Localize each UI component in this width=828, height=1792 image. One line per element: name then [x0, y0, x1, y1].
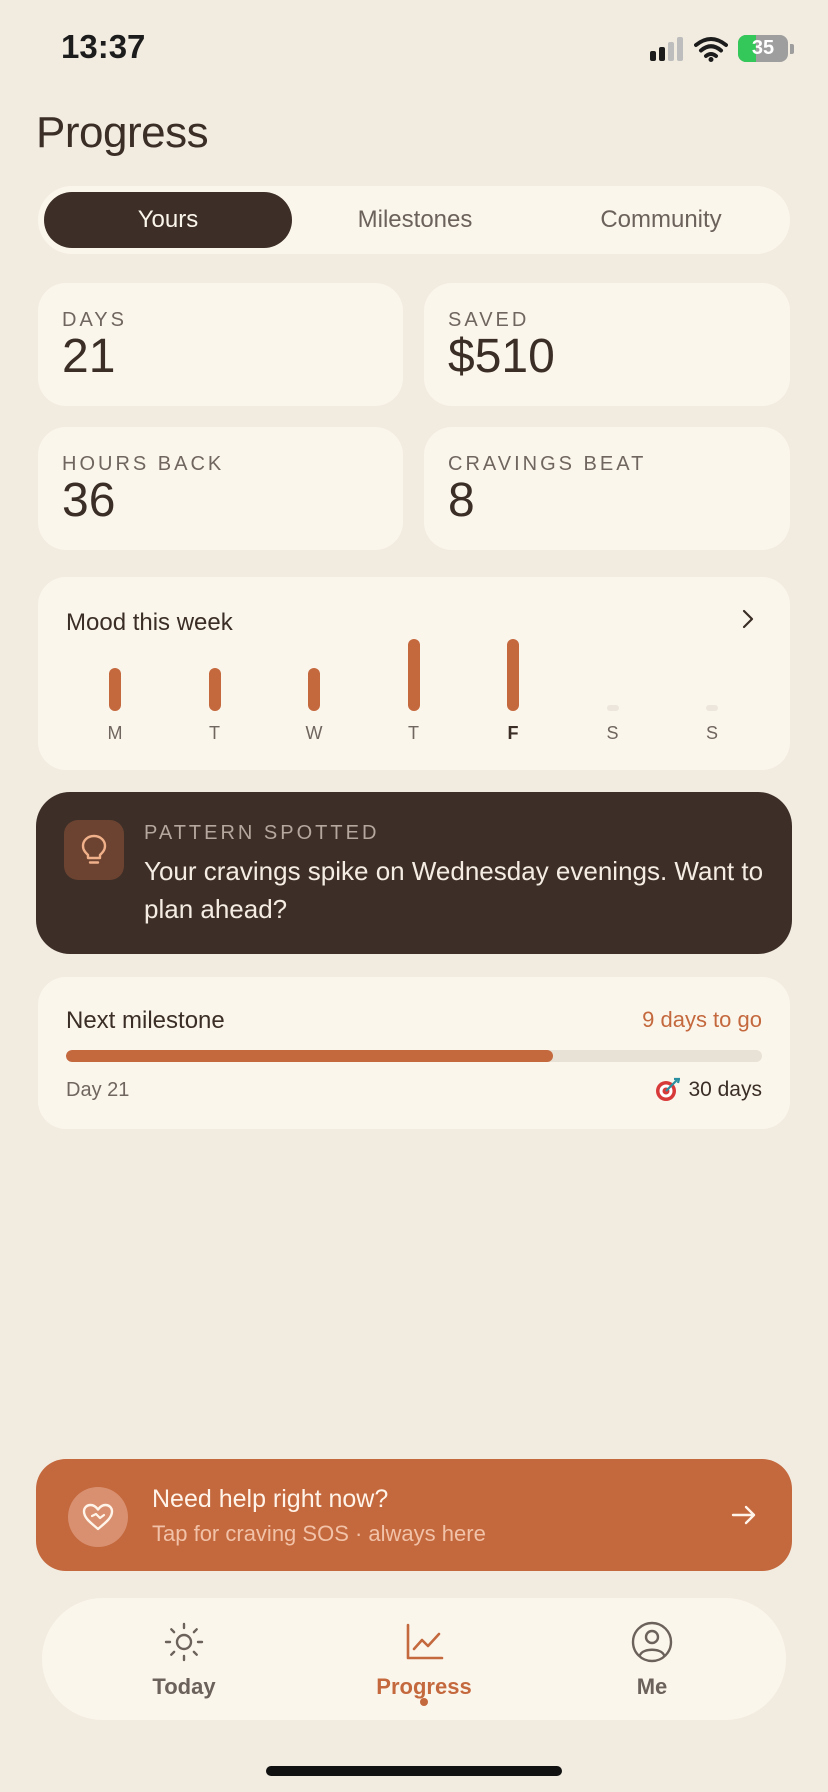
mood-bar — [606, 705, 619, 711]
battery-icon: 35 — [738, 35, 788, 62]
stat-label: HOURS BACK — [62, 453, 225, 475]
milestone-progress-fill — [66, 1050, 554, 1062]
milestone-title: Next milestone — [66, 1007, 225, 1034]
stat-value: 21 — [62, 330, 116, 383]
page-title: Progress — [36, 108, 209, 157]
mood-day-label: S — [606, 723, 619, 743]
profile-icon — [631, 1621, 673, 1663]
mood-day-label: M — [107, 723, 123, 743]
nav-item-today[interactable]: Today — [94, 1598, 274, 1720]
milestone-goal-label: 30 days — [688, 1078, 762, 1101]
bottom-nav: Today Progress Me — [42, 1598, 786, 1720]
arrow-right-icon — [731, 1505, 756, 1525]
stat-card-days: DAYS 21 — [38, 283, 403, 406]
mood-bar — [407, 639, 420, 711]
milestone-card: Next milestone 9 days to go Day 21 30 da… — [38, 977, 790, 1129]
nav-item-progress[interactable]: Progress — [334, 1598, 514, 1720]
wifi-icon — [694, 36, 728, 62]
pattern-label: PATTERN SPOTTED — [144, 822, 380, 844]
mood-day-label: F — [507, 723, 519, 743]
battery-level: 35 — [751, 37, 775, 59]
stat-label: SAVED — [448, 309, 530, 331]
nav-item-me[interactable]: Me — [562, 1598, 742, 1720]
sun-icon — [164, 1622, 204, 1662]
mood-title: Mood this week — [66, 609, 233, 636]
nav-label: Today — [152, 1674, 216, 1699]
signal-icon — [650, 36, 683, 61]
target-icon — [656, 1077, 681, 1101]
lightbulb-icon — [64, 820, 124, 880]
stat-label: CRAVINGS BEAT — [448, 453, 647, 475]
mood-bar — [507, 639, 519, 711]
active-indicator-dot — [420, 1698, 428, 1706]
mood-card[interactable]: Mood this week M T W T F S S — [38, 577, 790, 770]
chart-icon — [406, 1623, 444, 1660]
sos-subtitle: Tap for craving SOS · always here — [152, 1521, 486, 1546]
stat-value: 8 — [448, 474, 475, 527]
status-icons: 35 — [650, 35, 794, 62]
milestone-progress-bar — [66, 1050, 762, 1062]
mood-bar — [208, 668, 221, 711]
nav-label: Progress — [376, 1674, 472, 1699]
milestone-start-label: Day 21 — [66, 1079, 130, 1101]
mood-day-label: T — [209, 723, 220, 743]
milestone-remaining: 9 days to go — [642, 1007, 762, 1032]
status-time: 13:37 — [61, 28, 146, 65]
heart-handshake-icon — [68, 1487, 128, 1547]
sos-title: Need help right now? — [152, 1485, 389, 1513]
stat-value: $510 — [448, 330, 555, 383]
pattern-text: Your cravings spike on Wednesday evening… — [144, 856, 764, 924]
stat-label: DAYS — [62, 309, 127, 331]
stat-card-saved: SAVED $510 — [424, 283, 790, 406]
segmented-tabs: Yours Milestones Community — [38, 186, 790, 254]
craving-sos-button[interactable]: Need help right now? Tap for craving SOS… — [36, 1459, 792, 1571]
tab-yours[interactable]: Yours — [44, 192, 292, 248]
mood-day-label: T — [408, 723, 419, 743]
stat-value: 36 — [62, 474, 116, 527]
pattern-card[interactable]: PATTERN SPOTTED Your cravings spike on W… — [36, 792, 792, 954]
mood-day-label: W — [305, 723, 323, 743]
stat-card-hours-back: HOURS BACK 36 — [38, 427, 403, 550]
mood-bar — [109, 668, 121, 711]
home-indicator — [266, 1766, 562, 1776]
nav-label: Me — [636, 1674, 668, 1699]
milestone-goal: 30 days — [654, 1077, 762, 1103]
mood-day-label: S — [705, 723, 718, 743]
tab-community[interactable]: Community — [538, 192, 784, 248]
stat-card-cravings-beat: CRAVINGS BEAT 8 — [424, 427, 790, 550]
mood-bar — [706, 705, 718, 711]
mood-bar — [308, 668, 320, 711]
tab-milestones[interactable]: Milestones — [292, 192, 538, 248]
chevron-right-icon[interactable] — [736, 607, 760, 631]
